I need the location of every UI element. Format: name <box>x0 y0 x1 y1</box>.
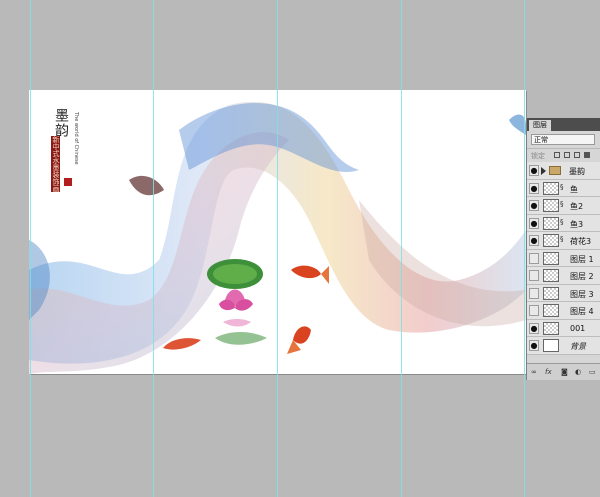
lock-pixels-icon[interactable] <box>564 152 570 158</box>
layer-row[interactable]: ● § 荷花3 <box>527 232 600 250</box>
layer-row[interactable]: ● § 鱼3 <box>527 214 600 232</box>
layer-name: 图层 1 <box>570 254 594 264</box>
adjustment-icon[interactable]: ◐ <box>575 368 581 376</box>
layer-thumbnail <box>543 234 559 247</box>
layer-row-group[interactable]: ● 墨韵 <box>527 162 600 180</box>
mask-icon[interactable]: ◙ <box>561 368 568 376</box>
layer-name: 背景 <box>570 342 586 351</box>
guide-line[interactable] <box>153 0 154 497</box>
visibility-toggle[interactable] <box>529 270 539 281</box>
layer-name: 鱼3 <box>570 219 584 229</box>
layer-name: 图层 2 <box>570 272 594 281</box>
eye-icon[interactable]: ● <box>529 217 539 229</box>
eye-icon[interactable]: ● <box>529 235 539 246</box>
link-icon: § <box>560 217 564 226</box>
eye-icon[interactable]: ● <box>529 322 539 334</box>
artwork-seal-text: 新中式水墨装饰画 <box>51 136 60 192</box>
layer-thumbnail <box>543 216 559 230</box>
blend-mode-row: 正常 <box>527 131 600 149</box>
layer-thumbnail <box>543 286 559 300</box>
lock-all-icon[interactable] <box>584 152 590 158</box>
layer-row[interactable]: 图层 4 <box>527 302 600 320</box>
guide-line[interactable] <box>524 0 525 497</box>
eye-icon[interactable]: ● <box>529 182 539 194</box>
new-layer-icon[interactable]: ▭ <box>589 368 596 376</box>
lock-position-icon[interactable] <box>574 152 580 158</box>
link-icon: § <box>560 182 564 191</box>
link-icon: § <box>560 200 564 208</box>
layer-name: 图层 4 <box>570 307 594 316</box>
layer-row[interactable]: 图层 2 <box>527 267 600 285</box>
layer-name: 墨韵 <box>569 167 585 176</box>
lock-label: 锁定 <box>531 152 545 160</box>
link-layers-icon[interactable]: ∞ <box>531 368 537 376</box>
layer-thumbnail <box>543 269 559 282</box>
layers-panel: 图层 正常 锁定 ● 墨韵 ● § 鱼 ● § 鱼2 ● § 鱼3 ● § 荷花… <box>526 118 600 380</box>
artwork-title: 墨韵 <box>53 108 69 138</box>
layer-thumbnail <box>543 251 559 265</box>
layer-thumbnail <box>543 321 559 335</box>
layer-thumbnail <box>543 339 559 352</box>
lock-transparent-icon[interactable] <box>554 152 560 158</box>
visibility-toggle[interactable] <box>529 287 539 299</box>
visibility-toggle[interactable] <box>529 305 539 316</box>
blend-mode-select[interactable]: 正常 <box>531 134 595 145</box>
eye-icon[interactable]: ● <box>529 165 539 176</box>
layer-row[interactable]: 图层 3 <box>527 284 600 302</box>
layer-name: 鱼2 <box>570 202 584 211</box>
layer-name: 001 <box>570 323 586 333</box>
seal-stamp <box>64 178 72 186</box>
expand-arrow-icon[interactable] <box>541 167 546 175</box>
layer-thumbnail <box>543 181 559 195</box>
layer-row-background[interactable]: ● 背景 <box>527 337 600 355</box>
layer-row[interactable]: ● § 鱼2 <box>527 197 600 215</box>
layer-name: 鱼 <box>570 184 578 194</box>
eye-icon[interactable]: ● <box>529 340 539 351</box>
guide-line[interactable] <box>30 0 31 497</box>
visibility-toggle[interactable] <box>529 252 539 264</box>
layer-thumbnail <box>543 304 559 317</box>
layer-row[interactable]: ● 001 <box>527 319 600 337</box>
fx-icon[interactable]: fx <box>545 368 552 376</box>
layer-row[interactable]: 图层 1 <box>527 249 600 267</box>
eye-icon[interactable]: ● <box>529 200 539 211</box>
layers-list: ● 墨韵 ● § 鱼 ● § 鱼2 ● § 鱼3 ● § 荷花3 图层 1 图层… <box>527 162 600 355</box>
artwork-subtitle: The world of Chinese <box>73 112 79 165</box>
layer-name: 荷花3 <box>570 237 592 246</box>
link-icon: § <box>560 235 564 243</box>
panel-tabbar: 图层 <box>527 118 600 131</box>
tab-layers[interactable]: 图层 <box>529 120 551 131</box>
guide-line[interactable] <box>401 0 402 497</box>
panel-footer: ∞ fx ◙ ◐ ▭ <box>527 363 600 380</box>
folder-icon <box>549 166 561 175</box>
guide-line[interactable] <box>277 0 278 497</box>
layer-name: 图层 3 <box>570 289 594 299</box>
layer-thumbnail <box>543 199 559 212</box>
layer-row[interactable]: ● § 鱼 <box>527 179 600 197</box>
